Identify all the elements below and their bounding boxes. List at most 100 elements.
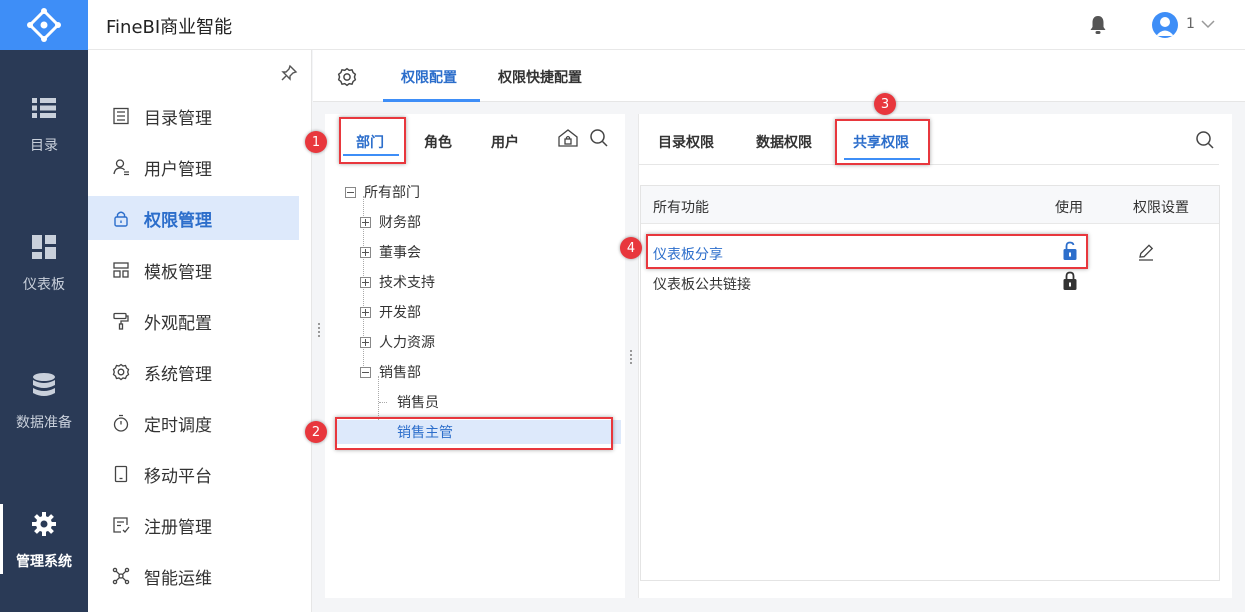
- menu-item-appearance[interactable]: 外观配置: [88, 299, 299, 343]
- catalog-icon: [113, 107, 129, 125]
- tab-role[interactable]: 角色: [424, 132, 452, 152]
- search-icon[interactable]: [1195, 130, 1215, 150]
- logo[interactable]: [0, 0, 88, 50]
- collapse-icon[interactable]: [345, 186, 356, 198]
- timer-icon: [113, 414, 129, 432]
- tree-node[interactable]: 人力资源: [360, 330, 435, 354]
- main-area: 权限配置 权限快捷配置 部门 角色 用户 所有部门 财务部 董事会 技术支持 开…: [313, 50, 1245, 612]
- menu-item-users[interactable]: 用户管理: [88, 145, 299, 189]
- chevron-down-icon[interactable]: [1201, 17, 1215, 31]
- rail-label: 仪表板: [23, 277, 65, 293]
- settings-icon: [112, 363, 130, 381]
- paint-roller-icon: [113, 312, 129, 330]
- menu-item-label: 系统管理: [144, 364, 212, 385]
- rail-item-catalog[interactable]: 目录: [0, 70, 88, 180]
- logo-icon: [27, 8, 61, 42]
- list-icon: [32, 98, 56, 118]
- search-icon[interactable]: [589, 128, 609, 148]
- menu-item-permissions[interactable]: 权限管理: [88, 196, 299, 240]
- network-icon: [112, 567, 130, 585]
- expand-icon[interactable]: [360, 306, 371, 318]
- pin-icon[interactable]: [280, 64, 298, 82]
- rail-item-data-prep[interactable]: 数据准备: [0, 347, 88, 457]
- table-row-name[interactable]: 仪表板公共链接: [653, 274, 751, 294]
- tab-data-permission[interactable]: 数据权限: [756, 132, 812, 152]
- top-tab-bar: 权限配置 权限快捷配置: [313, 50, 1245, 102]
- tree-node-label: 所有部门: [364, 185, 420, 201]
- rail-label: 数据准备: [16, 415, 72, 431]
- tree-node-label: 开发部: [379, 305, 421, 321]
- tree-tools: [557, 128, 609, 148]
- user-icon: [113, 159, 129, 176]
- template-icon: [113, 262, 129, 278]
- rail-item-admin[interactable]: 管理系统: [0, 486, 88, 596]
- column-header: 权限设置: [1133, 200, 1189, 216]
- annotation-box: [835, 119, 930, 165]
- building-lock-icon[interactable]: [557, 128, 579, 148]
- annotation-box: [335, 417, 613, 450]
- menu-item-mobile[interactable]: 移动平台: [88, 452, 299, 496]
- menu-item-catalog[interactable]: 目录管理: [88, 94, 299, 138]
- annotation-box: [646, 234, 1088, 269]
- tree-node[interactable]: 董事会: [360, 240, 421, 264]
- tab-user[interactable]: 用户: [491, 132, 519, 152]
- tree-node-label: 销售员: [397, 395, 439, 411]
- tree-node-label: 财务部: [379, 215, 421, 231]
- annotation-number: 2: [305, 421, 327, 443]
- menu-item-system[interactable]: 系统管理: [88, 350, 299, 394]
- rail-item-dashboard[interactable]: 仪表板: [0, 209, 88, 319]
- user-name[interactable]: 1: [1186, 16, 1195, 32]
- tree-node[interactable]: 财务部: [360, 210, 421, 234]
- tree-node[interactable]: 开发部: [360, 300, 421, 324]
- table-header: 所有功能 使用 权限设置: [641, 186, 1219, 224]
- org-tree-panel: 部门 角色 用户 所有部门 财务部 董事会 技术支持 开发部 人力资源 销售部 …: [325, 114, 625, 598]
- menu-item-label: 用户管理: [144, 159, 212, 180]
- tree-node-label: 销售部: [379, 365, 421, 381]
- menu-item-templates[interactable]: 模板管理: [88, 248, 299, 292]
- expand-icon[interactable]: [360, 246, 371, 258]
- expand-icon[interactable]: [360, 336, 371, 348]
- menu-item-label: 目录管理: [144, 108, 212, 129]
- column-header: 使用: [1055, 200, 1083, 216]
- tab-permission-config[interactable]: 权限配置: [401, 67, 457, 87]
- rail-label: 目录: [30, 138, 58, 154]
- resize-handle[interactable]: [317, 323, 321, 337]
- gear-icon: [32, 512, 56, 536]
- top-header: FineBI商业智能 1: [88, 0, 1245, 50]
- menu-item-label: 权限管理: [144, 210, 212, 231]
- avatar[interactable]: [1152, 12, 1178, 38]
- tree-node[interactable]: 销售部: [360, 360, 421, 384]
- edit-icon[interactable]: [1137, 243, 1155, 261]
- tab-catalog-permission[interactable]: 目录权限: [658, 132, 714, 152]
- left-rail: 目录 仪表板 数据准备 管理系统: [0, 0, 88, 612]
- lock-icon: [114, 211, 128, 227]
- permission-panel: 目录权限 数据权限 共享权限 所有功能 使用 权限设置 仪表板分享 仪表板公共链…: [638, 114, 1232, 598]
- rail-label: 管理系统: [16, 554, 72, 570]
- menu-item-label: 定时调度: [144, 415, 212, 436]
- lock-icon[interactable]: [1062, 271, 1078, 291]
- menu-item-label: 注册管理: [144, 517, 212, 538]
- resize-handle[interactable]: [629, 350, 633, 364]
- database-icon: [33, 373, 55, 396]
- column-header: 所有功能: [653, 200, 709, 216]
- dashboard-icon: [32, 235, 56, 259]
- settings-icon[interactable]: [337, 67, 357, 87]
- annotation-box: [339, 117, 406, 164]
- mobile-icon: [114, 465, 128, 483]
- collapse-icon[interactable]: [360, 366, 371, 378]
- annotation-number: 1: [305, 131, 327, 153]
- menu-item-ops[interactable]: 智能运维: [88, 554, 299, 598]
- app-title: FineBI商业智能: [106, 17, 233, 38]
- tree-node[interactable]: 技术支持: [360, 270, 435, 294]
- expand-icon[interactable]: [360, 276, 371, 288]
- expand-icon[interactable]: [360, 216, 371, 228]
- menu-item-scheduler[interactable]: 定时调度: [88, 401, 299, 445]
- menu-item-label: 智能运维: [144, 568, 212, 589]
- menu-item-registration[interactable]: 注册管理: [88, 503, 299, 547]
- menu-item-label: 模板管理: [144, 262, 212, 283]
- menu-item-label: 移动平台: [144, 466, 212, 487]
- tree-node-root[interactable]: 所有部门: [345, 180, 420, 204]
- tab-permission-quick-config[interactable]: 权限快捷配置: [498, 67, 582, 87]
- tree-node[interactable]: 销售员: [397, 390, 439, 414]
- bell-icon[interactable]: [1088, 14, 1108, 36]
